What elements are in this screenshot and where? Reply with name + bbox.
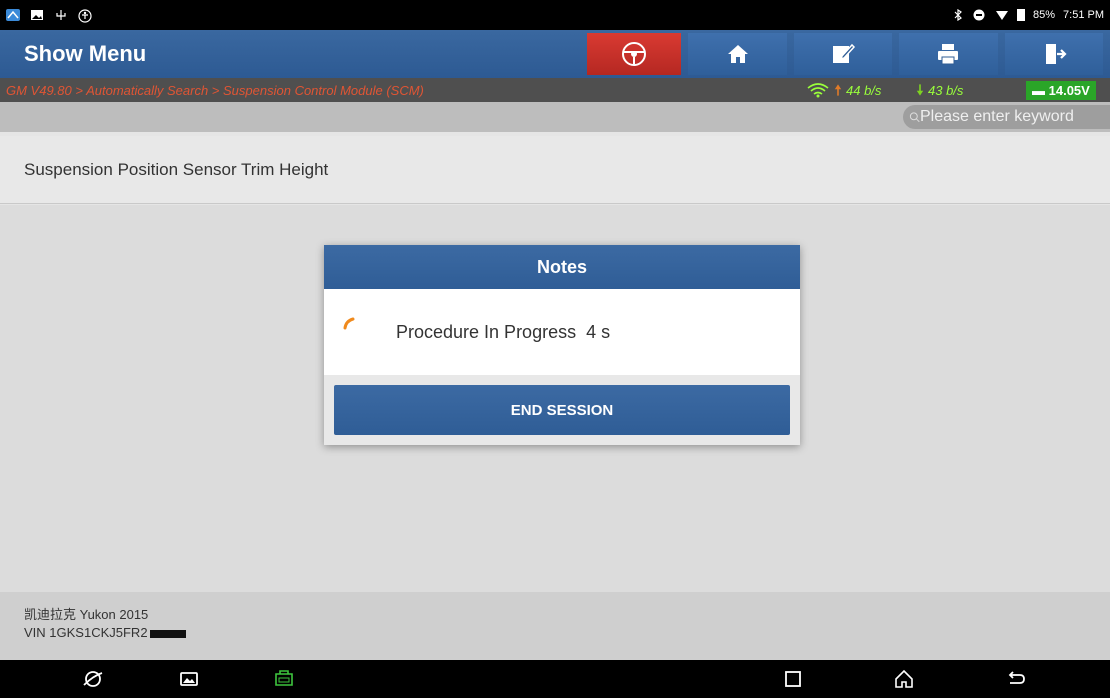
home-nav-button[interactable] [892,668,916,690]
vehicle-vin: VIN 1GKS1CKJ5FR2 [24,625,148,640]
dialog-footer: END SESSION [324,375,800,445]
arrow-down-icon [916,84,924,96]
accessibility-icon [78,9,92,23]
vehicle-vin-row: VIN 1GKS1CKJ5FR2 [24,624,1110,642]
nav-bar [0,660,1110,698]
exit-button[interactable] [1004,33,1103,75]
vci-nav-button[interactable] [272,668,296,690]
steering-wheel-icon [622,42,647,66]
arrow-up-icon [834,84,842,96]
vci-icon [275,670,293,686]
battery-percent: 85% [1033,9,1056,21]
edit-button[interactable] [793,33,893,75]
page-title: Show Menu [24,41,147,66]
exit-icon [1045,44,1067,64]
vehicle-model: 凯迪拉克 Yukon 2015 [24,607,149,622]
wifi-icon [995,9,1009,21]
usb-icon [54,9,68,21]
function-label: Suspension Position Sensor Trim Height [24,159,329,179]
notes-dialog: Notes Procedure In Progress 4 s END SESS… [324,245,800,445]
square-icon [785,671,801,687]
search-icon [909,112,920,123]
dialog-body: Procedure In Progress 4 s [324,289,800,375]
home-icon [727,45,748,63]
back-nav-button[interactable] [1004,668,1028,690]
screen: 85% 7:51 PM Show Menu GM V49.80 > Automa… [0,0,1110,698]
steering-wheel-button[interactable] [586,33,682,75]
clock: 7:51 PM [1063,9,1104,21]
dialog-title: Notes [324,245,800,289]
recent-apps-button[interactable] [781,668,805,690]
gallery-icon [180,672,198,686]
download-speed-value: 43 b/s [928,82,964,98]
app-icon [6,9,20,21]
do-not-disturb-icon [973,9,987,21]
upload-speed-value: 44 b/s [846,82,882,98]
breadcrumb: GM V49.80 > Automatically Search > Suspe… [6,82,424,98]
voltage-badge: ▬ 14.05V [1026,80,1096,100]
title-bar: Show Menu [0,30,1110,78]
print-icon [938,44,959,65]
breadcrumb-bar: GM V49.80 > Automatically Search > Suspe… [0,78,1110,102]
search-input[interactable] [920,108,1110,126]
print-button[interactable] [899,33,998,75]
wifi-signal-icon [807,83,829,98]
bluetooth-icon [951,8,965,22]
search-box[interactable] [903,105,1110,129]
gallery-nav-button[interactable] [177,668,201,690]
upload-speed: 44 b/s [806,82,916,98]
voltage-value: 14.05V [1048,82,1090,98]
status-bar: 85% 7:51 PM [0,0,1110,30]
dialog-message: Procedure In Progress 4 s [396,321,611,342]
edit-icon [832,43,856,63]
function-item[interactable]: Suspension Position Sensor Trim Height [0,136,1110,204]
vehicle-info: 凯迪拉克 Yukon 2015 VIN 1GKS1CKJ5FR2 [0,592,1110,660]
download-speed: 43 b/s [916,82,1006,98]
home-button[interactable] [688,33,787,75]
browser-nav-button[interactable] [81,668,105,690]
vin-redaction [149,629,186,638]
loading-spinner-icon [343,317,355,330]
image-icon [30,9,44,21]
battery-icon [1017,9,1025,21]
battery-voltage-icon: ▬ [1032,82,1045,98]
home-outline-icon [895,669,913,688]
planet-icon [83,671,103,687]
back-icon [1008,671,1025,684]
end-session-button[interactable]: END SESSION [334,385,790,435]
search-row [0,102,1110,132]
